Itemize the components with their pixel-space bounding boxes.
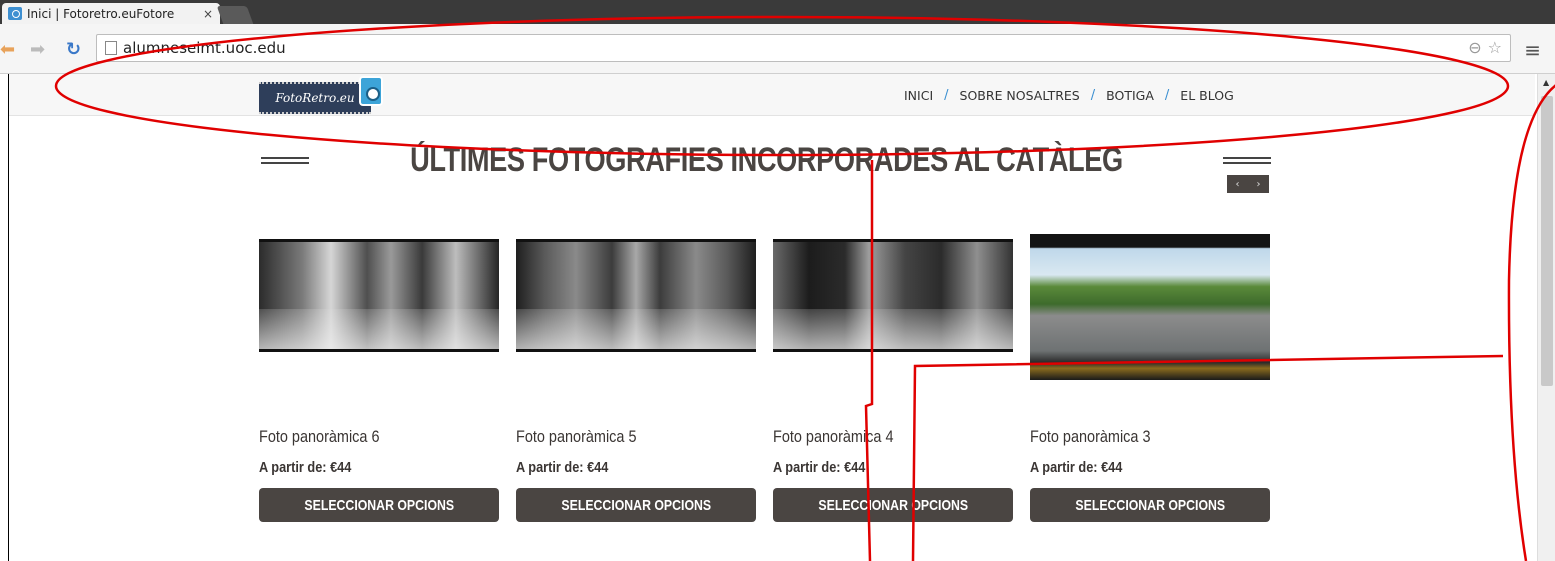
reload-icon[interactable]: ↻ — [66, 39, 81, 60]
scroll-thumb[interactable] — [1541, 96, 1553, 386]
tab-strip: Inici | Fotoretro.euFotore × — [0, 0, 1555, 24]
nav-botiga[interactable]: BOTIGA — [1106, 88, 1154, 103]
select-options-button[interactable]: SELECCIONAR OPCIONS — [1030, 488, 1270, 522]
close-tab-icon[interactable]: × — [203, 7, 213, 21]
page-scrollbar[interactable]: ▲ — [1537, 74, 1555, 561]
tab-title: Inici | Fotoretro.euFotore — [27, 6, 175, 21]
product-card: Foto panoràmica 4 A partir de: €44 SELEC… — [773, 206, 1013, 522]
product-image[interactable] — [773, 206, 1013, 411]
section-title: ÚLTIMES FOTOGRAFIES INCORPORADES AL CATÀ… — [409, 140, 1123, 179]
bookmark-star-icon[interactable]: ☆ — [1488, 38, 1502, 57]
product-image[interactable] — [259, 206, 499, 411]
browser-tab[interactable]: Inici | Fotoretro.euFotore × — [2, 3, 220, 24]
product-name[interactable]: Foto panoràmica 3 — [1030, 427, 1234, 447]
product-name[interactable]: Foto panoràmica 5 — [516, 427, 720, 447]
product-name[interactable]: Foto panoràmica 6 — [259, 427, 463, 447]
nav-sobre-nosaltres[interactable]: SOBRE NOSALTRES — [960, 88, 1080, 103]
browser-toolbar: ⬅ ➡ ↻ alumneseimt.uoc.edu ⊖ ☆ ≡ — [0, 24, 1555, 74]
product-price: A partir de: €44 — [259, 459, 352, 476]
nav-separator: / — [1164, 88, 1170, 103]
nav-el-blog[interactable]: EL BLOG — [1180, 88, 1233, 103]
carousel-prev-icon[interactable]: ‹ — [1236, 179, 1240, 190]
product-price: A partir de: €44 — [516, 459, 609, 476]
address-bar[interactable]: alumneseimt.uoc.edu ⊖ ☆ — [96, 34, 1511, 62]
nav-inici[interactable]: INICI — [904, 88, 933, 103]
url-text[interactable]: alumneseimt.uoc.edu — [123, 39, 286, 57]
heading-rule-right — [1223, 156, 1272, 164]
product-price: A partir de: €44 — [773, 459, 866, 476]
section-heading: ÚLTIMES FOTOGRAFIES INCORPORADES AL CATÀ… — [261, 138, 1272, 182]
product-card: Foto panoràmica 6 A partir de: €44 SELEC… — [259, 206, 499, 522]
browser-menu-icon[interactable]: ≡ — [1524, 38, 1541, 62]
product-card: Foto panoràmica 5 A partir de: €44 SELEC… — [516, 206, 756, 522]
forward-arrow-icon[interactable]: ➡ — [30, 39, 45, 60]
nav-separator: / — [944, 88, 949, 103]
select-options-button[interactable]: SELECCIONAR OPCIONS — [516, 488, 756, 522]
product-price: A partir de: €44 — [1030, 459, 1123, 476]
back-arrow-icon[interactable]: ⬅ — [0, 39, 15, 60]
select-options-button[interactable]: SELECCIONAR OPCIONS — [773, 488, 1013, 522]
product-card: Foto panoràmica 3 A partir de: €44 SELEC… — [1030, 206, 1270, 522]
product-image[interactable] — [516, 206, 756, 411]
product-image[interactable] — [1030, 206, 1270, 411]
product-name[interactable]: Foto panoràmica 4 — [773, 427, 977, 447]
web-page: FotoRetro.eu INICI / SOBRE NOSALTRES / B… — [8, 74, 1535, 561]
product-carousel: Foto panoràmica 6 A partir de: €44 SELEC… — [259, 206, 1279, 561]
screenshot: Inici | Fotoretro.euFotore × ⬅ ➡ ↻ alumn… — [0, 0, 1555, 561]
site-header: FotoRetro.eu INICI / SOBRE NOSALTRES / B… — [9, 74, 1535, 116]
heading-rule-left — [261, 156, 309, 164]
camera-logo-icon — [359, 76, 383, 106]
carousel-next-icon[interactable]: › — [1257, 179, 1261, 190]
camera-favicon-icon — [8, 7, 22, 20]
nav-separator: / — [1090, 88, 1096, 103]
site-logo[interactable]: FotoRetro.eu — [259, 76, 389, 116]
main-nav: INICI / SOBRE NOSALTRES / BOTIGA / EL BL… — [904, 88, 1234, 103]
carousel-controls: ‹ › — [1227, 175, 1269, 193]
logo-text: FotoRetro.eu — [275, 91, 355, 105]
select-options-button[interactable]: SELECCIONAR OPCIONS — [259, 488, 499, 522]
zoom-icon[interactable]: ⊖ — [1468, 38, 1481, 57]
new-tab-button[interactable] — [216, 6, 254, 24]
scroll-up-arrow-icon[interactable]: ▲ — [1543, 78, 1549, 87]
page-icon — [105, 41, 117, 55]
